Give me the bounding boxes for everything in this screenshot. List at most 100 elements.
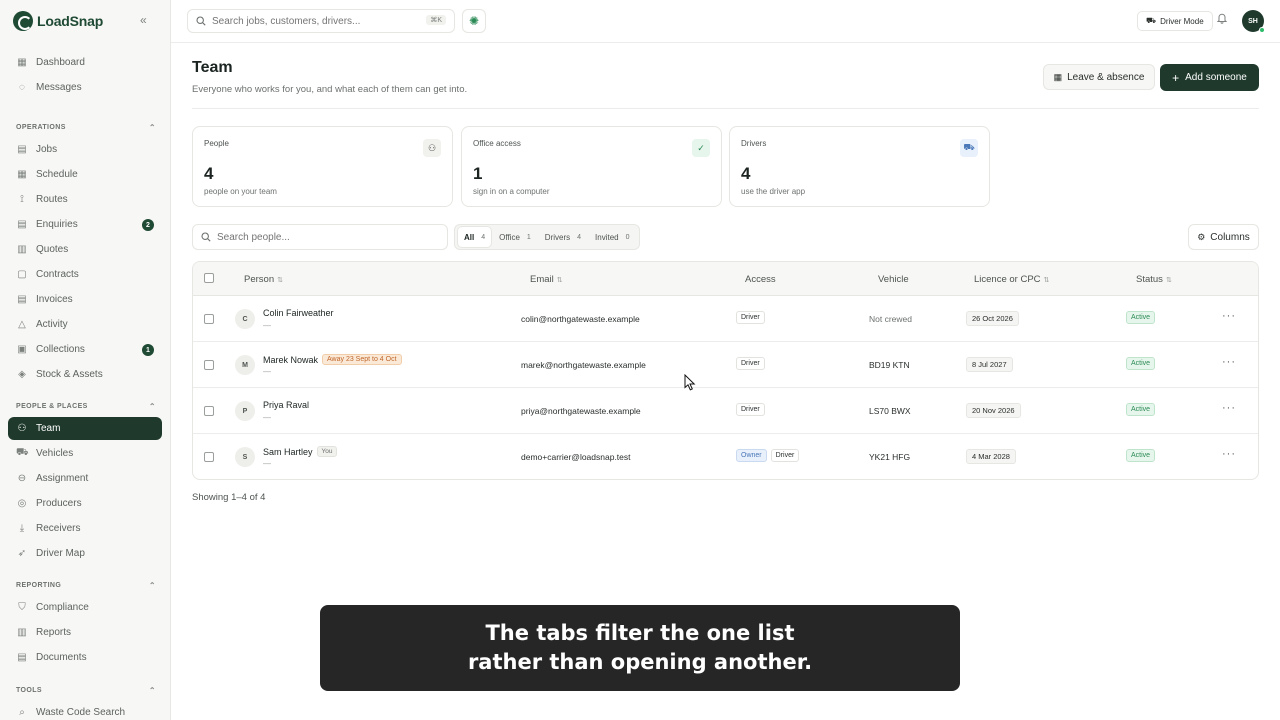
calendar-icon: ▦ xyxy=(17,169,27,180)
header-person[interactable]: Person ⇅ xyxy=(244,274,283,285)
brand-logo[interactable]: LoadSnap xyxy=(13,11,103,31)
sidebar-item-label: Jobs xyxy=(36,144,58,155)
tab-all[interactable]: All 4 xyxy=(458,227,492,247)
stat-description: people on your team xyxy=(204,187,277,196)
sidebar-item-label: Messages xyxy=(36,82,82,93)
sidebar-item-enquiries[interactable]: ▤ Enquiries 2 xyxy=(8,213,162,236)
email-cell: colin@northgatewaste.example xyxy=(521,314,640,324)
person-name[interactable]: Sam Hartley You xyxy=(263,446,338,457)
collapse-sidebar-icon[interactable]: « xyxy=(140,13,147,27)
sidebar-item-reports[interactable]: ▥ Reports xyxy=(8,621,162,644)
tab-count: 1 xyxy=(526,233,531,241)
person-subtext: — xyxy=(263,459,271,468)
sort-icon: ⇅ xyxy=(1165,277,1172,284)
select-all-checkbox[interactable] xyxy=(204,273,214,283)
sidebar-item-label: Invoices xyxy=(36,294,73,305)
tab-invited[interactable]: Invited 0 xyxy=(589,227,635,247)
table-row[interactable]: P Priya Raval — priya@northgatewaste.exampl… xyxy=(193,388,1258,434)
header-licence-label: Licence or CPC xyxy=(974,274,1041,285)
sidebar-item-compliance[interactable]: ⛉ Compliance xyxy=(8,596,162,619)
sidebar-item-producers[interactable]: ◎ Producers xyxy=(8,492,162,515)
sidebar-section-3[interactable]: TOOLS ⌃ xyxy=(16,686,156,695)
user-avatar[interactable]: SH xyxy=(1242,10,1265,33)
stat-card-people: People 4 people on your team ⚇ xyxy=(192,126,453,207)
driver-mode-label: Driver Mode xyxy=(1160,16,1204,26)
sidebar-item-vehicles[interactable]: ⛟ Vehicles xyxy=(8,442,162,465)
bell-icon[interactable] xyxy=(1216,12,1228,27)
tab-drivers[interactable]: Drivers 4 xyxy=(539,227,587,247)
sidebar-item-receivers[interactable]: ⤓ Receivers xyxy=(8,517,162,540)
sidebar-item-collections[interactable]: ▣ Collections 1 xyxy=(8,338,162,361)
global-search[interactable]: ⌘K xyxy=(187,9,455,33)
more-options-icon[interactable]: ··· xyxy=(1222,356,1236,368)
status-badge: Active xyxy=(1126,403,1156,416)
loadsnap-logo-icon xyxy=(13,11,33,31)
sidebar-item-documents[interactable]: ▤ Documents xyxy=(8,646,162,669)
sliders-icon: ⚙ xyxy=(1197,231,1206,242)
table-row[interactable]: M Marek Nowak Away 23 Sept to 4 Oct — marek@… xyxy=(193,342,1258,388)
sidebar-item-jobs[interactable]: ▤ Jobs xyxy=(8,138,162,161)
sidebar-item-activity[interactable]: △ Activity xyxy=(8,313,162,336)
more-options-icon[interactable]: ··· xyxy=(1222,448,1236,460)
people-search[interactable] xyxy=(192,224,448,250)
sidebar-item-team[interactable]: ⚇ Team xyxy=(8,417,162,440)
tab-office[interactable]: Office 1 xyxy=(493,227,537,247)
team-table: Person ⇅ Email ⇅ Access Vehicle Licence or… xyxy=(192,261,1259,480)
sidebar-section-2[interactable]: REPORTING ⌃ xyxy=(16,581,156,590)
sidebar-item-quotes[interactable]: ▥ Quotes xyxy=(8,238,162,261)
header-vehicle: Vehicle xyxy=(878,274,909,285)
sparkle-icon[interactable]: ✺ xyxy=(462,9,486,33)
row-checkbox[interactable] xyxy=(204,406,214,416)
stat-value: 1 xyxy=(473,164,483,183)
header-email[interactable]: Email ⇅ xyxy=(530,274,563,285)
caption-line-2: rather than opening another. xyxy=(467,650,813,674)
row-checkbox[interactable] xyxy=(204,314,214,324)
more-options-icon[interactable]: ··· xyxy=(1222,402,1236,414)
licence-date: 4 Mar 2028 xyxy=(966,449,1016,464)
header-access: Access xyxy=(745,274,776,285)
sidebar-item-dashboard[interactable]: ▦ Dashboard xyxy=(8,51,162,74)
chat-icon: ◌ xyxy=(19,82,25,93)
header-status[interactable]: Status ⇅ xyxy=(1136,274,1172,285)
sidebar-section-0[interactable]: OPERATIONS ⌃ xyxy=(16,123,156,132)
sidebar-item-label: Receivers xyxy=(36,523,81,534)
sidebar-item-assignment[interactable]: ⊖ Assignment xyxy=(8,467,162,490)
header-email-label: Email xyxy=(530,274,554,285)
licence-date: 26 Oct 2026 xyxy=(966,311,1019,326)
more-options-icon[interactable]: ··· xyxy=(1222,310,1236,322)
sidebar-item-routes[interactable]: ⟟ Routes xyxy=(8,188,162,211)
page-subtitle: Everyone who works for you, and what eac… xyxy=(192,84,468,95)
tab-count: 4 xyxy=(577,233,582,241)
people-search-input[interactable] xyxy=(217,231,437,243)
sidebar-item-contracts[interactable]: ▢ Contracts xyxy=(8,263,162,286)
columns-button[interactable]: ⚙ Columns xyxy=(1188,224,1259,250)
table-row[interactable]: C Colin Fairweather — colin@northgatewaste.… xyxy=(193,296,1258,342)
sidebar-item-waste-code-search[interactable]: ⌕ Waste Code Search xyxy=(8,701,162,720)
person-name[interactable]: Priya Raval xyxy=(263,400,309,410)
leave-absence-button[interactable]: ▦ Leave & absence xyxy=(1043,64,1155,90)
sidebar-item-stock-assets[interactable]: ◈ Stock & Assets xyxy=(8,363,162,386)
stat-label: Office access xyxy=(473,139,521,148)
plus-icon: + xyxy=(1172,70,1180,85)
row-checkbox[interactable] xyxy=(204,452,214,462)
driver-mode-button[interactable]: ⛟ Driver Mode xyxy=(1137,11,1213,31)
person-name[interactable]: Marek Nowak Away 23 Sept to 4 Oct xyxy=(263,354,402,365)
global-search-input[interactable] xyxy=(212,15,422,27)
person-name[interactable]: Colin Fairweather xyxy=(263,308,334,318)
sidebar-item-driver-map[interactable]: ➶ Driver Map xyxy=(8,542,162,565)
chevron-up-icon: ⌃ xyxy=(148,686,156,695)
sidebar-item-schedule[interactable]: ▦ Schedule xyxy=(8,163,162,186)
invoice-icon: ▤ xyxy=(17,294,27,305)
header-licence[interactable]: Licence or CPC ⇅ xyxy=(974,274,1049,285)
truck-icon: ⛟ xyxy=(16,447,29,458)
person-name-text: Colin Fairweather xyxy=(263,308,334,318)
search-shortcut: ⌘K xyxy=(426,15,446,25)
add-someone-button[interactable]: + Add someone xyxy=(1160,64,1259,91)
sidebar-item-messages[interactable]: ◌ Messages xyxy=(8,76,162,99)
sidebar-item-label: Compliance xyxy=(36,602,89,613)
row-checkbox[interactable] xyxy=(204,360,214,370)
table-row[interactable]: S Sam Hartley You — demo+carrier@loadsnap.te… xyxy=(193,434,1258,479)
sidebar-item-invoices[interactable]: ▤ Invoices xyxy=(8,288,162,311)
add-someone-label: Add someone xyxy=(1185,72,1247,83)
sidebar-section-1[interactable]: PEOPLE & PLACES ⌃ xyxy=(16,402,156,411)
